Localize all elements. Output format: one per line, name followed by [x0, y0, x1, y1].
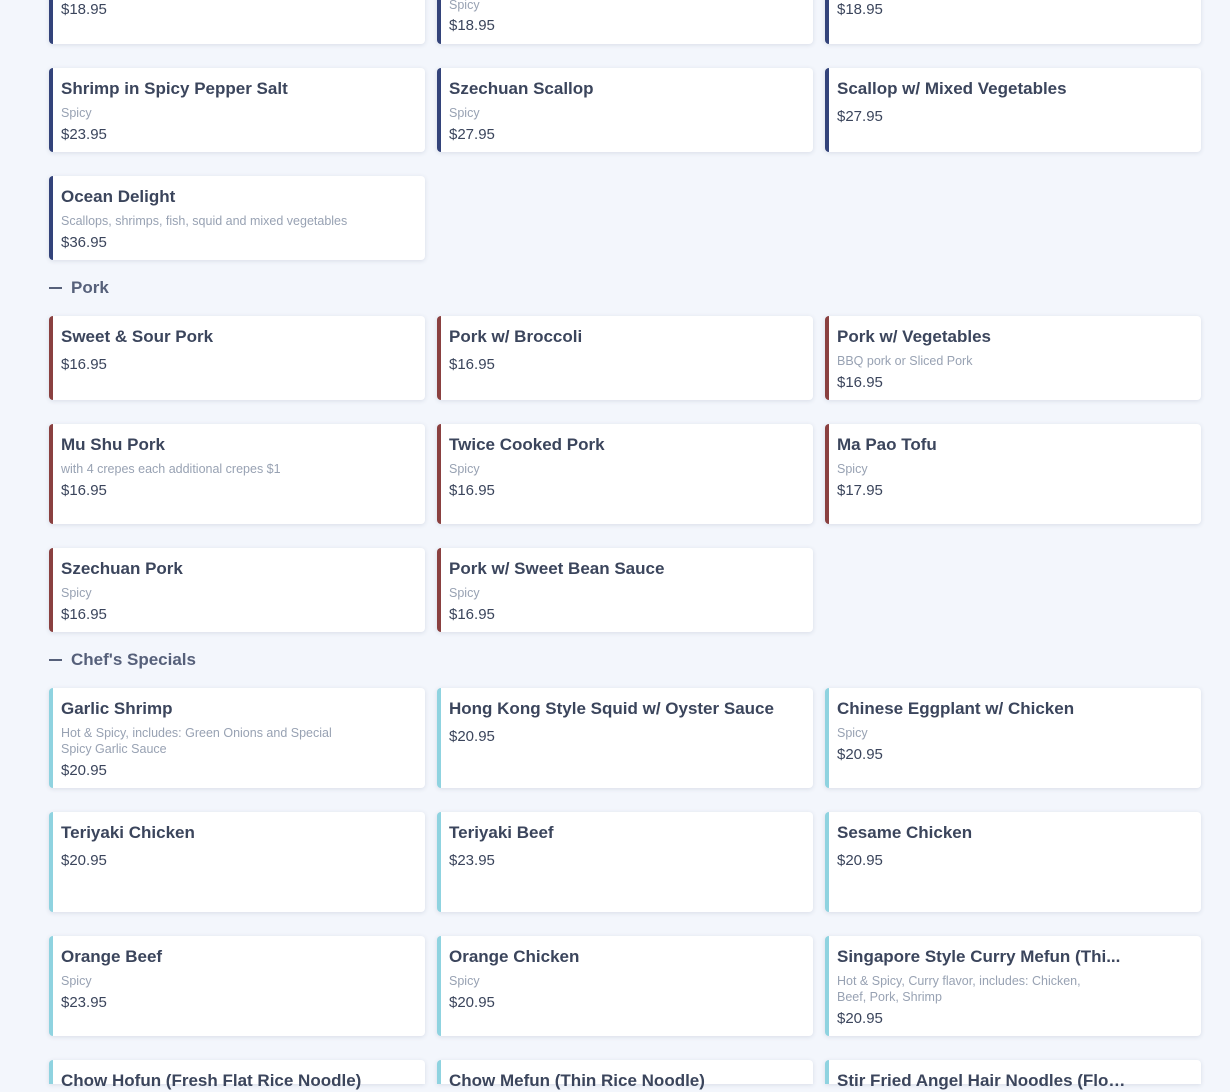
menu-item-card[interactable]: Szechuan Scallop Spicy $27.95 — [437, 68, 813, 152]
menu-item-card[interactable]: Scallop w/ Mixed Vegetables $27.95 — [825, 68, 1201, 152]
item-name: Stir Fried Angel Hair Noodles (Flou... — [837, 1071, 1127, 1090]
menu-item-card[interactable]: Teriyaki Beef $23.95 — [437, 812, 813, 912]
item-description: Spicy — [837, 462, 868, 476]
section-title: Chef's Specials — [71, 650, 196, 669]
item-price: $23.95 — [61, 126, 107, 143]
item-price: $17.95 — [837, 482, 883, 499]
menu-item-card[interactable]: Sweet & Sour Pork $16.95 — [49, 316, 425, 400]
item-price: $27.95 — [449, 126, 495, 143]
item-description: Hot & Spicy, Curry flavor, includes: Chi… — [837, 974, 1081, 1004]
menu-item-card[interactable]: Chow Hofun (Fresh Flat Rice Noodle) — [49, 1060, 425, 1090]
item-description: Spicy — [61, 586, 92, 600]
item-price: $16.95 — [61, 482, 107, 499]
item-price: $16.95 — [61, 606, 107, 623]
item-price: $23.95 — [449, 852, 495, 869]
section-header-pork[interactable]: Pork — [49, 278, 109, 298]
item-name: Orange Chicken — [449, 947, 580, 966]
menu-item-card[interactable]: Chinese Eggplant w/ Chicken Spicy $20.95 — [825, 688, 1201, 788]
item-price: $23.95 — [61, 994, 107, 1011]
item-name: Orange Beef — [61, 947, 163, 966]
section-title: Pork — [71, 278, 109, 297]
menu-item-card[interactable]: Pork w/ Broccoli $16.95 — [437, 316, 813, 400]
item-price: $20.95 — [837, 852, 883, 869]
item-price: $27.95 — [837, 108, 883, 125]
item-price: $20.95 — [449, 994, 495, 1011]
item-price: $20.95 — [449, 728, 495, 745]
item-name: Pork w/ Sweet Bean Sauce — [449, 559, 665, 578]
item-description: Spicy — [449, 974, 480, 988]
item-name: Singapore Style Curry Mefun (Thi... — [837, 947, 1121, 966]
item-description: Spicy — [449, 586, 480, 600]
item-description: Spicy — [449, 106, 480, 120]
item-name: Teriyaki Beef — [449, 823, 554, 842]
item-price: $16.95 — [449, 482, 495, 499]
menu-item-card[interactable]: Shrimp in Spicy Pepper Salt Spicy $23.95 — [49, 68, 425, 152]
item-description: BBQ pork or Sliced Pork — [837, 354, 973, 368]
menu-item-card[interactable]: Ocean Delight Scallops, shrimps, fish, s… — [49, 176, 425, 260]
item-price: $18.95 — [449, 17, 495, 34]
item-name: Hong Kong Style Squid w/ Oyster Sauce — [449, 699, 774, 718]
item-name: Teriyaki Chicken — [61, 823, 195, 842]
menu-item-card[interactable]: Orange Beef Spicy $23.95 — [49, 936, 425, 1036]
menu-item-card[interactable]: Teriyaki Chicken $20.95 — [49, 812, 425, 912]
item-name: Pork w/ Broccoli — [449, 327, 583, 346]
item-price: $16.95 — [449, 606, 495, 623]
menu-item-card[interactable]: $18.95 — [49, 0, 425, 44]
collapse-dash-icon — [49, 287, 62, 289]
menu-item-card[interactable]: Sesame Chicken $20.95 — [825, 812, 1201, 912]
item-price: $16.95 — [61, 356, 107, 373]
item-name: Scallop w/ Mixed Vegetables — [837, 79, 1067, 98]
menu-item-card[interactable]: Pork w/ Vegetables BBQ pork or Sliced Po… — [825, 316, 1201, 400]
item-price: $18.95 — [61, 1, 107, 18]
item-price: $18.95 — [837, 1, 883, 18]
item-description: with 4 crepes each additional crepes $1 — [61, 462, 281, 476]
item-name: Szechuan Pork — [61, 559, 183, 578]
menu-item-card[interactable]: Chow Mefun (Thin Rice Noodle) — [437, 1060, 813, 1090]
item-description: Spicy — [449, 462, 480, 476]
section-header-chefs-specials[interactable]: Chef's Specials — [49, 650, 196, 670]
menu-item-card[interactable]: Twice Cooked Pork Spicy $16.95 — [437, 424, 813, 524]
item-name: Chow Mefun (Thin Rice Noodle) — [449, 1071, 705, 1090]
item-price: $20.95 — [61, 762, 107, 779]
item-price: $20.95 — [837, 1010, 883, 1027]
item-description: Scallops, shrimps, fish, squid and mixed… — [61, 214, 348, 228]
menu-item-card[interactable]: Hong Kong Style Squid w/ Oyster Sauce $2… — [437, 688, 813, 788]
menu-item-card[interactable]: Szechuan Pork Spicy $16.95 — [49, 548, 425, 632]
item-name: Sweet & Sour Pork — [61, 327, 214, 346]
item-name: Twice Cooked Pork — [449, 435, 605, 454]
item-name: Ocean Delight — [61, 187, 176, 206]
menu-item-card[interactable]: Singapore Style Curry Mefun (Thi... Hot … — [825, 936, 1201, 1036]
item-description: Spicy — [61, 974, 92, 988]
item-name: Ma Pao Tofu — [837, 435, 937, 454]
item-price: $20.95 — [61, 852, 107, 869]
menu-item-card[interactable]: Stir Fried Angel Hair Noodles (Flou... — [825, 1060, 1201, 1090]
item-description: Spicy — [837, 726, 868, 740]
item-name: Chow Hofun (Fresh Flat Rice Noodle) — [61, 1071, 362, 1090]
item-description: Hot & Spicy, includes: Green Onions and … — [61, 726, 332, 756]
menu-item-card[interactable]: Ma Pao Tofu Spicy $17.95 — [825, 424, 1201, 524]
item-name: Chinese Eggplant w/ Chicken — [837, 699, 1075, 718]
item-name: Garlic Shrimp — [61, 699, 173, 718]
item-price: $16.95 — [449, 356, 495, 373]
item-name: Mu Shu Pork — [61, 435, 165, 454]
item-price: $16.95 — [837, 374, 883, 391]
item-price: $20.95 — [837, 746, 883, 763]
menu-item-card[interactable]: $18.95 — [825, 0, 1201, 44]
menu-item-card[interactable]: Mu Shu Pork with 4 crepes each additiona… — [49, 424, 425, 524]
item-name: Pork w/ Vegetables — [837, 327, 992, 346]
menu-item-card[interactable]: Pork w/ Sweet Bean Sauce Spicy $16.95 — [437, 548, 813, 632]
menu-item-card[interactable]: Garlic Shrimp Hot & Spicy, includes: Gre… — [49, 688, 425, 788]
item-name: Shrimp in Spicy Pepper Salt — [61, 79, 288, 98]
item-price: $36.95 — [61, 234, 107, 251]
item-name: Sesame Chicken — [837, 823, 973, 842]
collapse-dash-icon — [49, 659, 62, 661]
item-description: Spicy — [61, 106, 92, 120]
item-description: Spicy — [449, 0, 480, 12]
menu-item-card[interactable]: Orange Chicken Spicy $20.95 — [437, 936, 813, 1036]
menu-item-card[interactable]: Spicy $18.95 — [437, 0, 813, 44]
item-name: Szechuan Scallop — [449, 79, 594, 98]
